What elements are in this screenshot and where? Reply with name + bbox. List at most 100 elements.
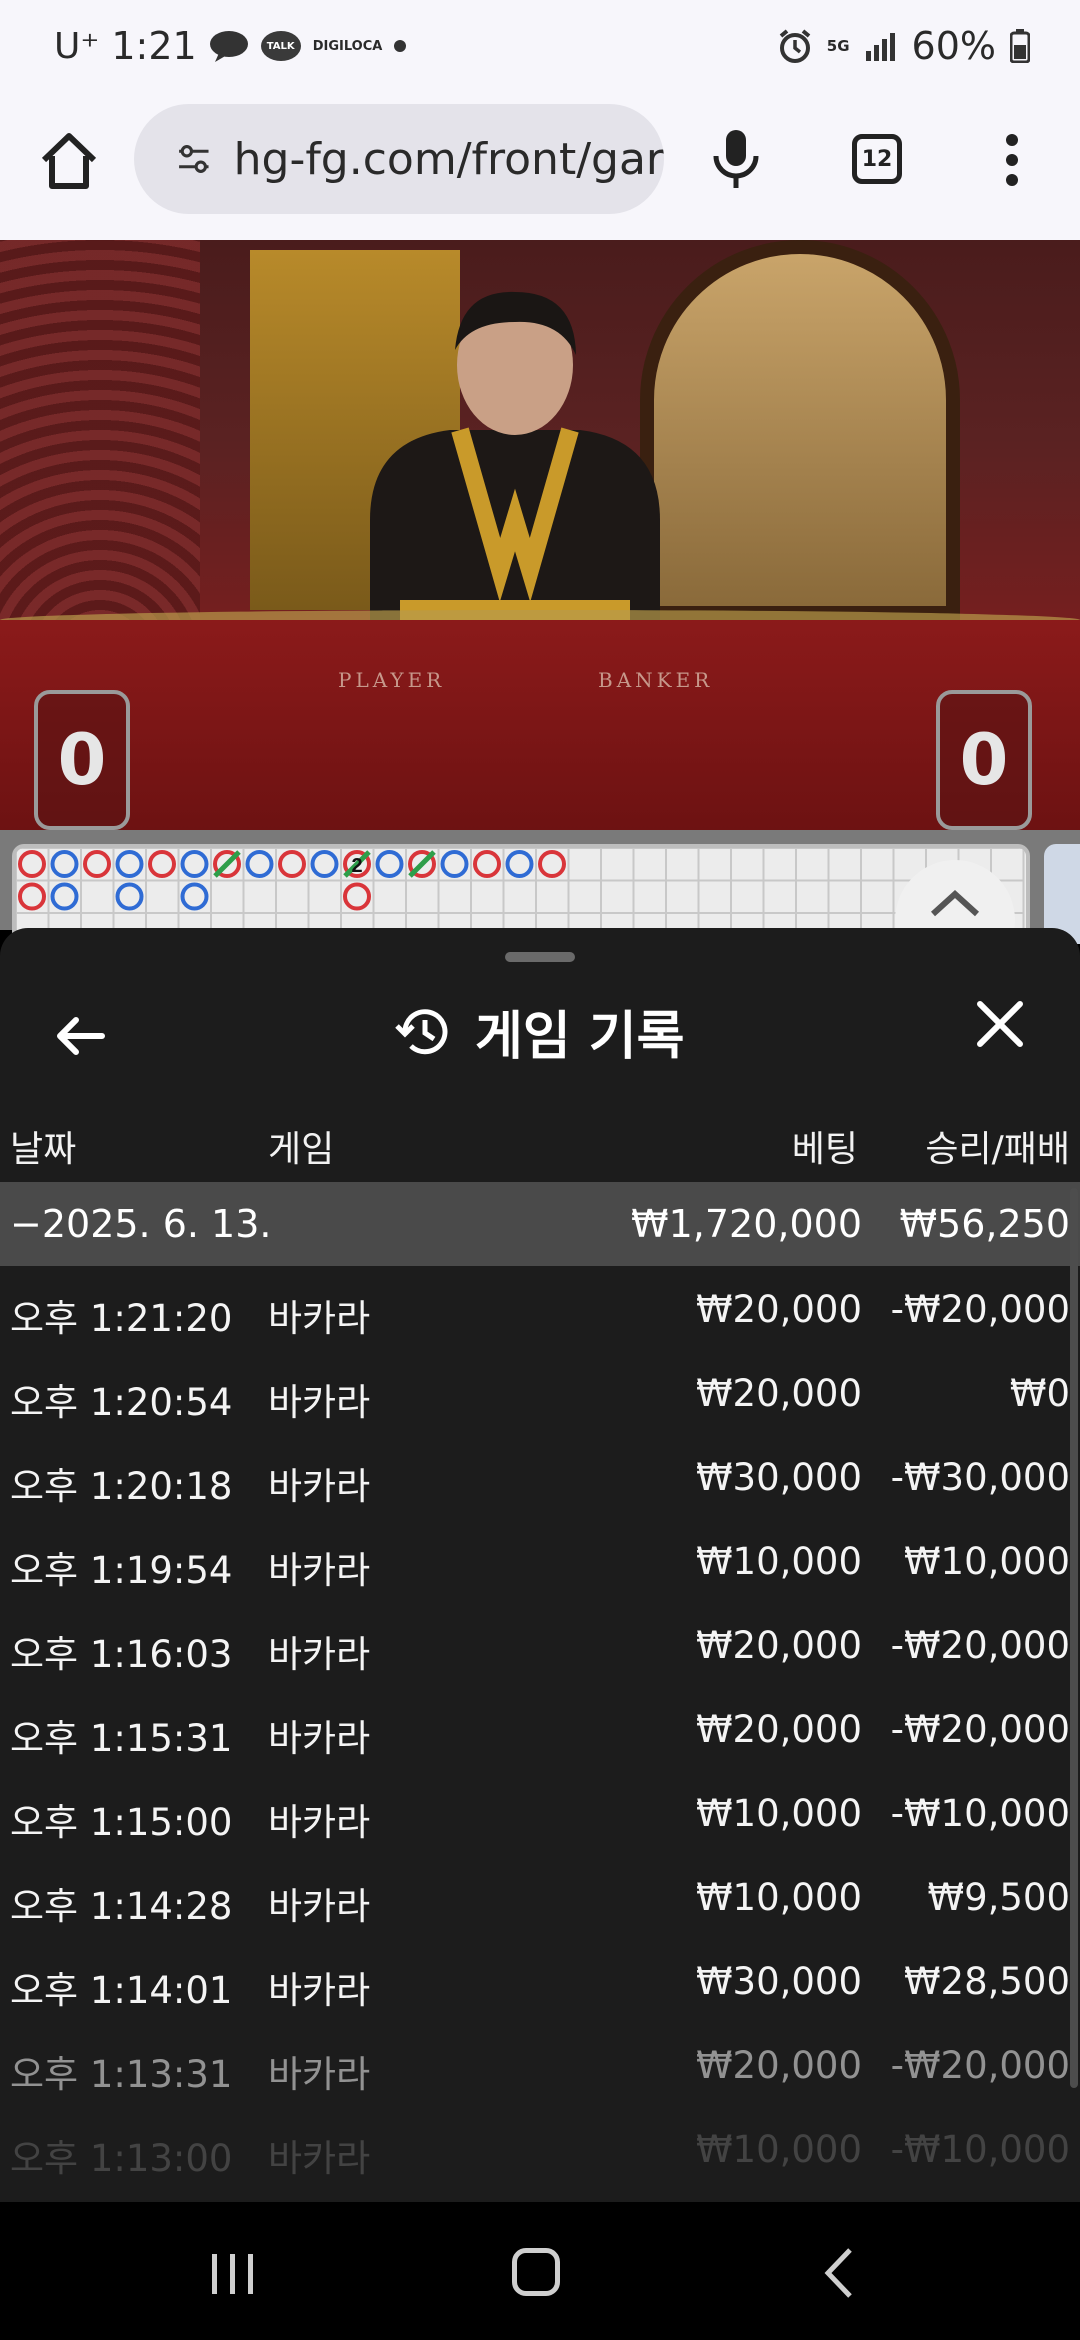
row-bet: ₩20,000 (695, 2044, 862, 2087)
row-time: 오후 1:20:54 (10, 1381, 233, 1424)
history-row[interactable]: 오후 1:20:54 바카라 ₩20,000 ₩0 (0, 1350, 1080, 1434)
row-time: 오후 1:20:18 (10, 1465, 233, 1508)
banker-bead (148, 850, 176, 878)
banker-bead (473, 850, 501, 878)
banker-bead (83, 850, 111, 878)
status-left: U⁺ 1:21 TALK DIGI LOCA (54, 24, 407, 68)
recents-icon[interactable] (208, 2252, 258, 2296)
history-icon (395, 1008, 448, 1054)
row-result: -₩10,000 (890, 2128, 1070, 2171)
day-result-total: ₩56,250 (899, 1202, 1070, 1246)
player-bead (440, 850, 469, 878)
scrollbar[interactable] (1070, 1188, 1078, 2088)
nav-home-icon[interactable] (512, 2248, 560, 2296)
row-bet: ₩10,000 (695, 1792, 862, 1835)
row-game: 바카라 (268, 1297, 371, 1340)
row-result: ₩0 (1009, 1372, 1070, 1415)
system-nav-bar (0, 2202, 1080, 2340)
player-bead (50, 882, 79, 911)
history-row[interactable]: 오후 1:20:18 바카라 ₩30,000 -₩30,000 (0, 1434, 1080, 1518)
row-result: -₩10,000 (890, 1792, 1070, 1835)
row-game: 바카라 (268, 1381, 371, 1424)
live-video[interactable]: PLAYER BANKER 0 0 (0, 240, 1080, 830)
row-time: 오후 1:21:20 (10, 1297, 233, 1340)
player-bead (115, 882, 144, 911)
row-game: 바카라 (268, 1633, 371, 1676)
history-row[interactable]: 오후 1:15:00 바카라 ₩10,000 -₩10,000 (0, 1770, 1080, 1854)
banker-bead (278, 850, 306, 878)
row-time: 오후 1:13:31 (10, 2053, 233, 2096)
day-summary-row[interactable]: −2025. 6. 13. ₩1,720,000 ₩56,250 (0, 1182, 1080, 1266)
sheet-title: 게임 기록 (395, 994, 684, 1069)
roadmap-strip: 2 (0, 830, 1080, 980)
network-label: 5G (826, 37, 850, 55)
banker-bead (343, 882, 371, 911)
dealer-figure (370, 291, 660, 650)
history-row[interactable]: 오후 1:21:20 바카라 ₩20,000 -₩20,000 (0, 1266, 1080, 1350)
row-bet: ₩10,000 (695, 1876, 862, 1919)
player-bead (180, 850, 209, 878)
nav-back-icon[interactable] (822, 2246, 856, 2300)
digi-label: DIGI (312, 38, 344, 54)
history-row[interactable]: 오후 1:19:54 바카라 ₩10,000 ₩10,000 (0, 1518, 1080, 1602)
history-row[interactable]: 오후 1:15:31 바카라 ₩20,000 -₩20,000 (0, 1686, 1080, 1770)
row-game: 바카라 (268, 1717, 371, 1760)
more-vert-icon[interactable] (998, 130, 1026, 190)
row-time: 오후 1:19:54 (10, 1549, 233, 1592)
row-time: 오후 1:14:28 (10, 1885, 233, 1928)
game-history-sheet: 게임 기록 날짜 게임 베팅 승리/패배 −2025. 6. 13. ₩1,72… (0, 928, 1080, 2202)
digiloca-icon: DIGI LOCA (313, 40, 383, 53)
row-result: ₩28,500 (903, 1960, 1070, 2003)
history-row[interactable]: 오후 1:14:28 바카라 ₩10,000 ₩9,500 (0, 1854, 1080, 1938)
row-result: -₩20,000 (890, 1708, 1070, 1751)
tune-icon[interactable] (176, 136, 212, 182)
address-bar[interactable]: hg-fg.com/front/gar (134, 104, 664, 214)
row-bet: ₩20,000 (695, 1708, 862, 1751)
history-row[interactable]: 오후 1:16:03 바카라 ₩20,000 -₩20,000 (0, 1602, 1080, 1686)
player-bead (180, 882, 209, 911)
row-game: 바카라 (268, 1969, 371, 2012)
banker-bead (18, 882, 46, 911)
status-bar: U⁺ 1:21 TALK DIGI LOCA 5G 60% (0, 0, 1080, 100)
player-score: 0 (34, 690, 130, 830)
row-time: 오후 1:15:00 (10, 1801, 233, 1844)
battery-percent: 60% (911, 24, 996, 68)
day-date: −2025. 6. 13. (10, 1202, 272, 1246)
player-bead (50, 850, 79, 878)
banker-table-label: BANKER (598, 668, 714, 692)
row-result: -₩20,000 (890, 1288, 1070, 1331)
row-time: 오후 1:15:31 (10, 1717, 233, 1760)
player-bead (310, 850, 339, 878)
header-date: 날짜 (10, 1129, 77, 1170)
url-text[interactable]: hg-fg.com/front/gar (234, 134, 664, 185)
header-game: 게임 (268, 1129, 335, 1170)
banker-bead (538, 850, 566, 878)
mic-icon[interactable] (710, 126, 762, 192)
row-game: 바카라 (268, 1465, 371, 1508)
row-time: 오후 1:14:01 (10, 1969, 233, 2012)
row-result: -₩20,000 (890, 1624, 1070, 1667)
history-row[interactable]: 오후 1:13:31 바카라 ₩20,000 -₩20,000 (0, 2022, 1080, 2106)
browser-toolbar: hg-fg.com/front/gar 12 (0, 100, 1080, 240)
carrier-label: U⁺ (54, 25, 100, 67)
header-bet: 베팅 (791, 1129, 858, 1170)
home-icon[interactable] (36, 128, 102, 194)
row-bet: ₩30,000 (695, 1960, 862, 2003)
arrow-left-icon[interactable] (52, 1008, 108, 1064)
row-bet: ₩30,000 (695, 1456, 862, 1499)
player-table-label: PLAYER (338, 668, 446, 692)
row-result: -₩20,000 (890, 2044, 1070, 2087)
row-bet: ₩10,000 (695, 1540, 862, 1583)
tab-switcher-button[interactable]: 12 (852, 134, 902, 184)
player-bead (505, 850, 534, 878)
row-time: 오후 1:13:00 (10, 2137, 233, 2180)
signal-icon (864, 31, 898, 61)
status-time: 1:21 (111, 24, 197, 68)
close-icon[interactable] (972, 996, 1028, 1052)
drag-handle[interactable] (505, 952, 575, 962)
network-5g-icon: 5G (826, 37, 850, 55)
row-game: 바카라 (268, 2137, 371, 2180)
history-row[interactable]: 오후 1:14:01 바카라 ₩30,000 ₩28,500 (0, 1938, 1080, 2022)
row-game: 바카라 (268, 1885, 371, 1928)
history-row[interactable]: 오후 1:13:00 바카라 ₩10,000 -₩10,000 (0, 2106, 1080, 2190)
